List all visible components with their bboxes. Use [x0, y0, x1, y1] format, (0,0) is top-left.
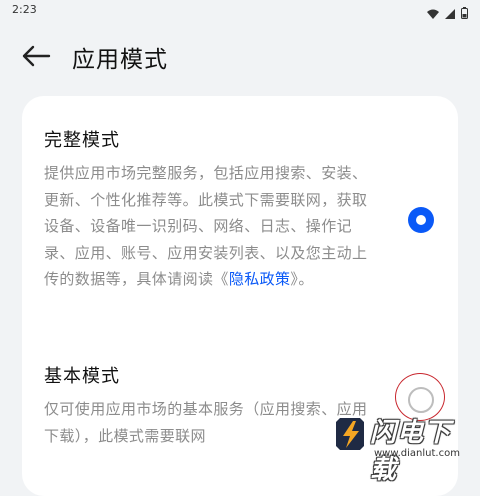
wifi-icon: [427, 4, 439, 23]
back-button[interactable]: [18, 42, 54, 74]
status-bar: 2:23: [0, 0, 480, 22]
watermark: 闪电下载 www.dianlut.com: [334, 412, 474, 485]
battery-icon: [461, 4, 468, 23]
status-icons: [427, 4, 468, 23]
radio-full-mode-selected[interactable]: [408, 207, 434, 233]
option-title: 基本模式: [44, 366, 120, 387]
option-description: 提供应用市场完整服务，包括应用搜索、安装、更新、个性化推荐等。此模式下需要联网，…: [44, 164, 368, 288]
lightning-logo-icon: [334, 414, 368, 454]
option-description: 仅可使用应用市场的基本服务（应用搜索、应用下载），此模式需要联网: [44, 400, 368, 445]
option-full-mode[interactable]: 完整模式 提供应用市场完整服务，包括应用搜索、安装、更新、个性化推荐等。此模式下…: [44, 126, 434, 293]
page-title: 应用模式: [72, 47, 168, 73]
signal-icon: [445, 4, 455, 23]
radio-dot: [416, 215, 426, 225]
watermark-url: www.dianlut.com: [374, 448, 460, 459]
back-arrow-icon: [21, 45, 51, 71]
app-bar: 应用模式: [0, 36, 480, 80]
privacy-policy-link[interactable]: 隐私政策: [229, 270, 291, 288]
status-time: 2:23: [12, 3, 37, 16]
option-title: 完整模式: [44, 130, 120, 151]
